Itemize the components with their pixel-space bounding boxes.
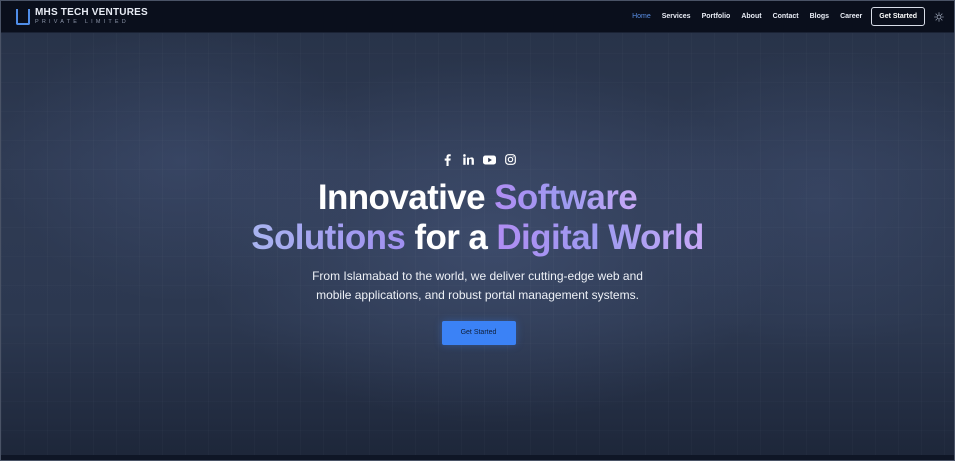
- nav-link-blogs[interactable]: Blogs: [810, 13, 829, 20]
- brand-name: MHS TECH VENTURES: [35, 6, 148, 18]
- headline-word-software: Software: [494, 178, 638, 217]
- linkedin-icon[interactable]: [462, 153, 475, 166]
- social-links: [3, 153, 954, 166]
- nav-link-portfolio[interactable]: Portfolio: [702, 13, 731, 20]
- nav-link-career[interactable]: Career: [840, 13, 862, 20]
- nav-link-home[interactable]: Home: [632, 13, 651, 20]
- brand-text: MHS TECH VENTURES PRIVATE LIMITED: [35, 6, 148, 26]
- facebook-icon[interactable]: [441, 153, 454, 166]
- youtube-icon[interactable]: [482, 153, 496, 166]
- nav-link-contact[interactable]: Contact: [773, 13, 799, 20]
- nav-get-started-button[interactable]: Get Started: [871, 7, 925, 26]
- navbar: MHS TECH VENTURES PRIVATE LIMITED Home S…: [1, 1, 954, 33]
- sun-icon[interactable]: [934, 11, 944, 22]
- nav-links: Home Services Portfolio About Contact Bl…: [621, 7, 944, 26]
- bottom-band: [1, 455, 954, 460]
- instagram-icon[interactable]: [504, 153, 517, 166]
- brand-logo-icon: [16, 8, 30, 25]
- hero-get-started-button[interactable]: Get Started: [441, 321, 516, 345]
- hero-headline: Innovative Software Solutions for a Digi…: [1, 178, 954, 258]
- nav-link-services[interactable]: Services: [662, 13, 691, 20]
- brand-subtitle: PRIVATE LIMITED: [35, 18, 129, 25]
- headline-word-innovative: Innovative: [317, 178, 495, 217]
- headline-word-digital-world: Digital World: [496, 218, 704, 257]
- headline-word-solutions: Solutions: [251, 218, 406, 257]
- page: MHS TECH VENTURES PRIVATE LIMITED Home S…: [0, 0, 955, 461]
- hero-subtext: From Islamabad to the world, we deliver …: [312, 269, 643, 302]
- brand[interactable]: MHS TECH VENTURES PRIVATE LIMITED: [16, 6, 148, 26]
- nav-link-about[interactable]: About: [741, 13, 761, 20]
- headline-word-for-a: for a: [405, 218, 497, 257]
- hero-section: Innovative Software Solutions for a Digi…: [1, 153, 954, 345]
